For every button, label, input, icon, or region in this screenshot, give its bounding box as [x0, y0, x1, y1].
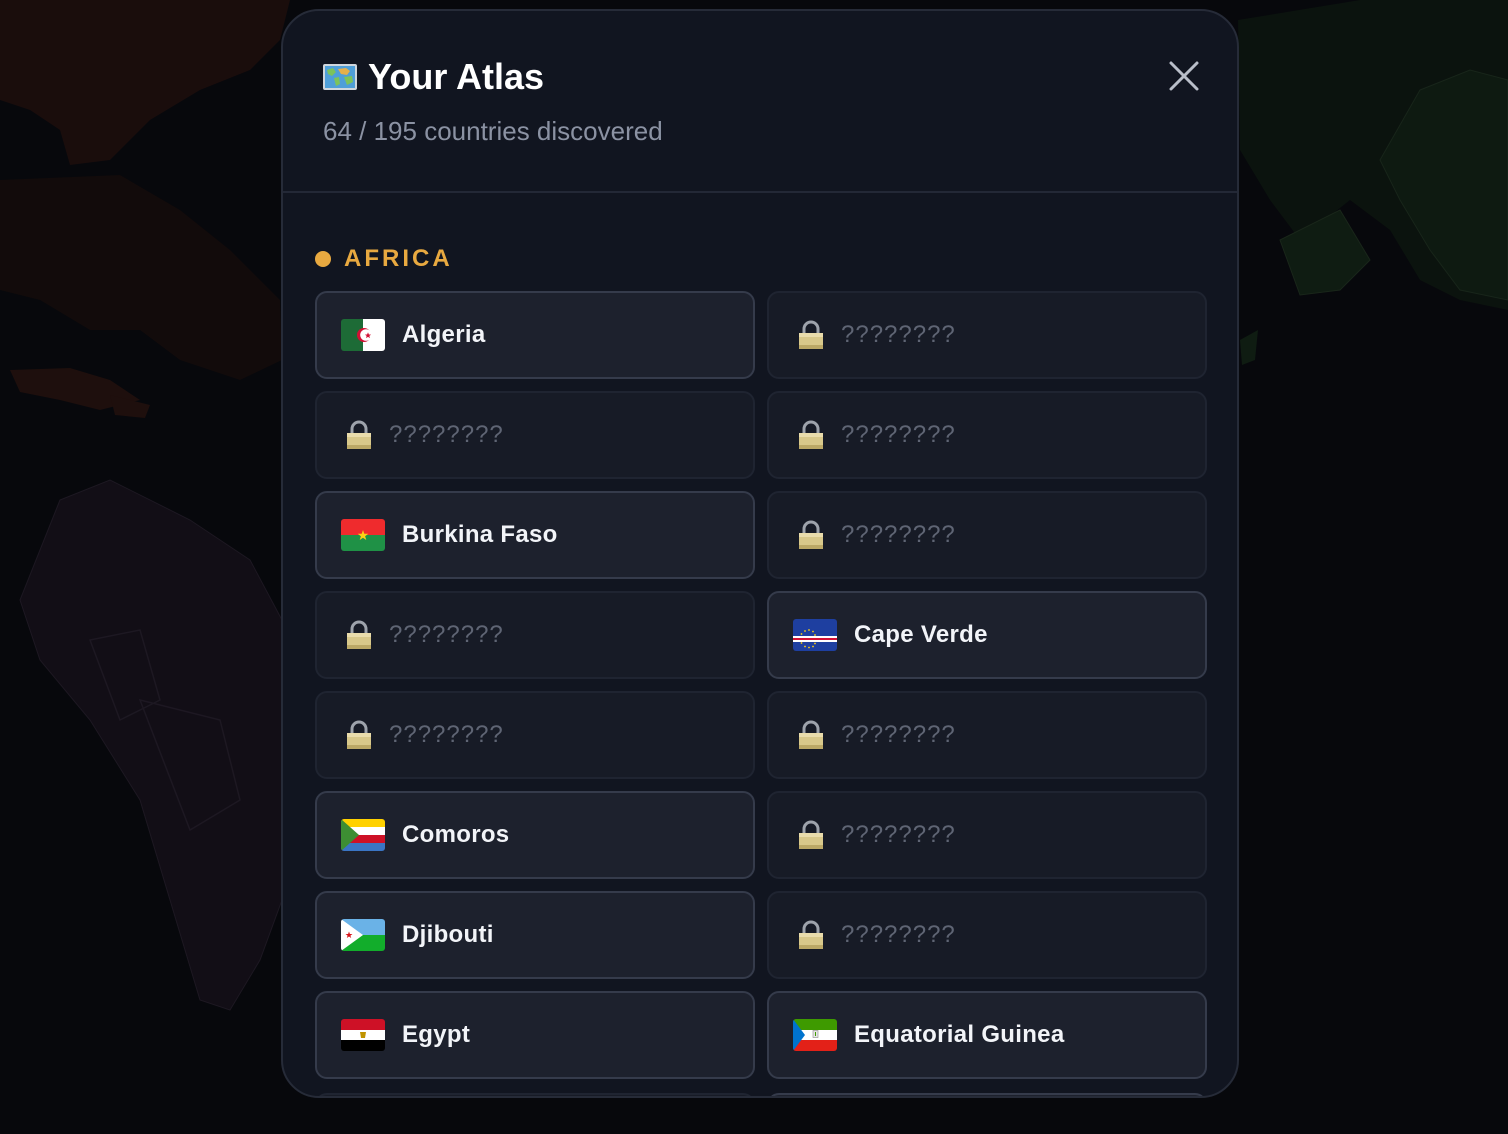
page-title: Your Atlas [368, 56, 545, 97]
discovered-count: 64 / 195 countries discovered [323, 116, 663, 146]
locked-country-name: ???????? [841, 321, 956, 348]
country-card-egypt[interactable]: Egypt [315, 991, 755, 1079]
country-name: Equatorial Guinea [854, 1021, 1065, 1048]
locked-country-card[interactable]: ???????? [315, 591, 755, 679]
locked-country-card[interactable]: ???????? [767, 691, 1207, 779]
close-icon[interactable] [1167, 59, 1201, 93]
locked-country-name: ???????? [389, 721, 504, 748]
locked-country-name: ???????? [389, 421, 504, 448]
cape-verde-flag-icon [793, 619, 837, 651]
country-name: Comoros [402, 821, 510, 848]
lock-icon [797, 420, 825, 450]
lock-icon [345, 420, 373, 450]
locked-country-card[interactable]: ???????? [767, 891, 1207, 979]
egypt-flag-icon [341, 1019, 385, 1051]
lock-icon [797, 520, 825, 550]
comoros-flag-icon [341, 819, 385, 851]
atlas-modal: Your Atlas 64 / 195 countries discovered… [281, 9, 1239, 1098]
country-card-burkina-faso[interactable]: Burkina Faso [315, 491, 755, 579]
locked-country-name: ???????? [841, 521, 956, 548]
country-name: Algeria [402, 321, 486, 348]
card-partial-left [315, 1093, 755, 1096]
lock-icon [345, 720, 373, 750]
djibouti-flag-icon [341, 919, 385, 951]
country-name: Djibouti [402, 921, 494, 948]
algeria-flag-icon [341, 319, 385, 351]
locked-country-card[interactable]: ???????? [767, 391, 1207, 479]
lock-icon [797, 820, 825, 850]
locked-country-card[interactable]: ???????? [767, 491, 1207, 579]
equatorial-guinea-flag-icon [793, 1019, 837, 1051]
country-card-equatorial-guinea[interactable]: Equatorial Guinea [767, 991, 1207, 1079]
locked-country-name: ???????? [841, 421, 956, 448]
locked-country-name: ???????? [841, 721, 956, 748]
locked-country-card[interactable]: ???????? [767, 291, 1207, 379]
world-map-icon [323, 64, 357, 90]
region-name: AFRICA [344, 245, 453, 272]
lock-icon [797, 720, 825, 750]
locked-country-name: ???????? [841, 921, 956, 948]
lock-icon [797, 320, 825, 350]
region-dot [315, 251, 331, 267]
locked-country-card[interactable]: ???????? [767, 791, 1207, 879]
country-name: Cape Verde [854, 621, 988, 648]
country-card-cape-verde[interactable]: Cape Verde [767, 591, 1207, 679]
modal-header: Your Atlas 64 / 195 countries discovered [283, 11, 1237, 193]
lock-icon [345, 620, 373, 650]
country-card-djibouti[interactable]: Djibouti [315, 891, 755, 979]
locked-country-card[interactable]: ???????? [315, 691, 755, 779]
burkina-faso-flag-icon [341, 519, 385, 551]
country-name: Burkina Faso [402, 521, 558, 548]
card-partial-right [767, 1093, 1207, 1096]
locked-country-card[interactable]: ???????? [315, 391, 755, 479]
section-header-africa: AFRICA [315, 245, 453, 273]
locked-country-name: ???????? [389, 621, 504, 648]
title-row: Your Atlas [322, 57, 544, 97]
country-grid: Algeria???????????????????????? Burkina F… [315, 291, 1207, 1079]
country-name: Egypt [402, 1021, 471, 1048]
country-card-algeria[interactable]: Algeria [315, 291, 755, 379]
lock-icon [797, 920, 825, 950]
locked-country-name: ???????? [841, 821, 956, 848]
country-card-comoros[interactable]: Comoros [315, 791, 755, 879]
